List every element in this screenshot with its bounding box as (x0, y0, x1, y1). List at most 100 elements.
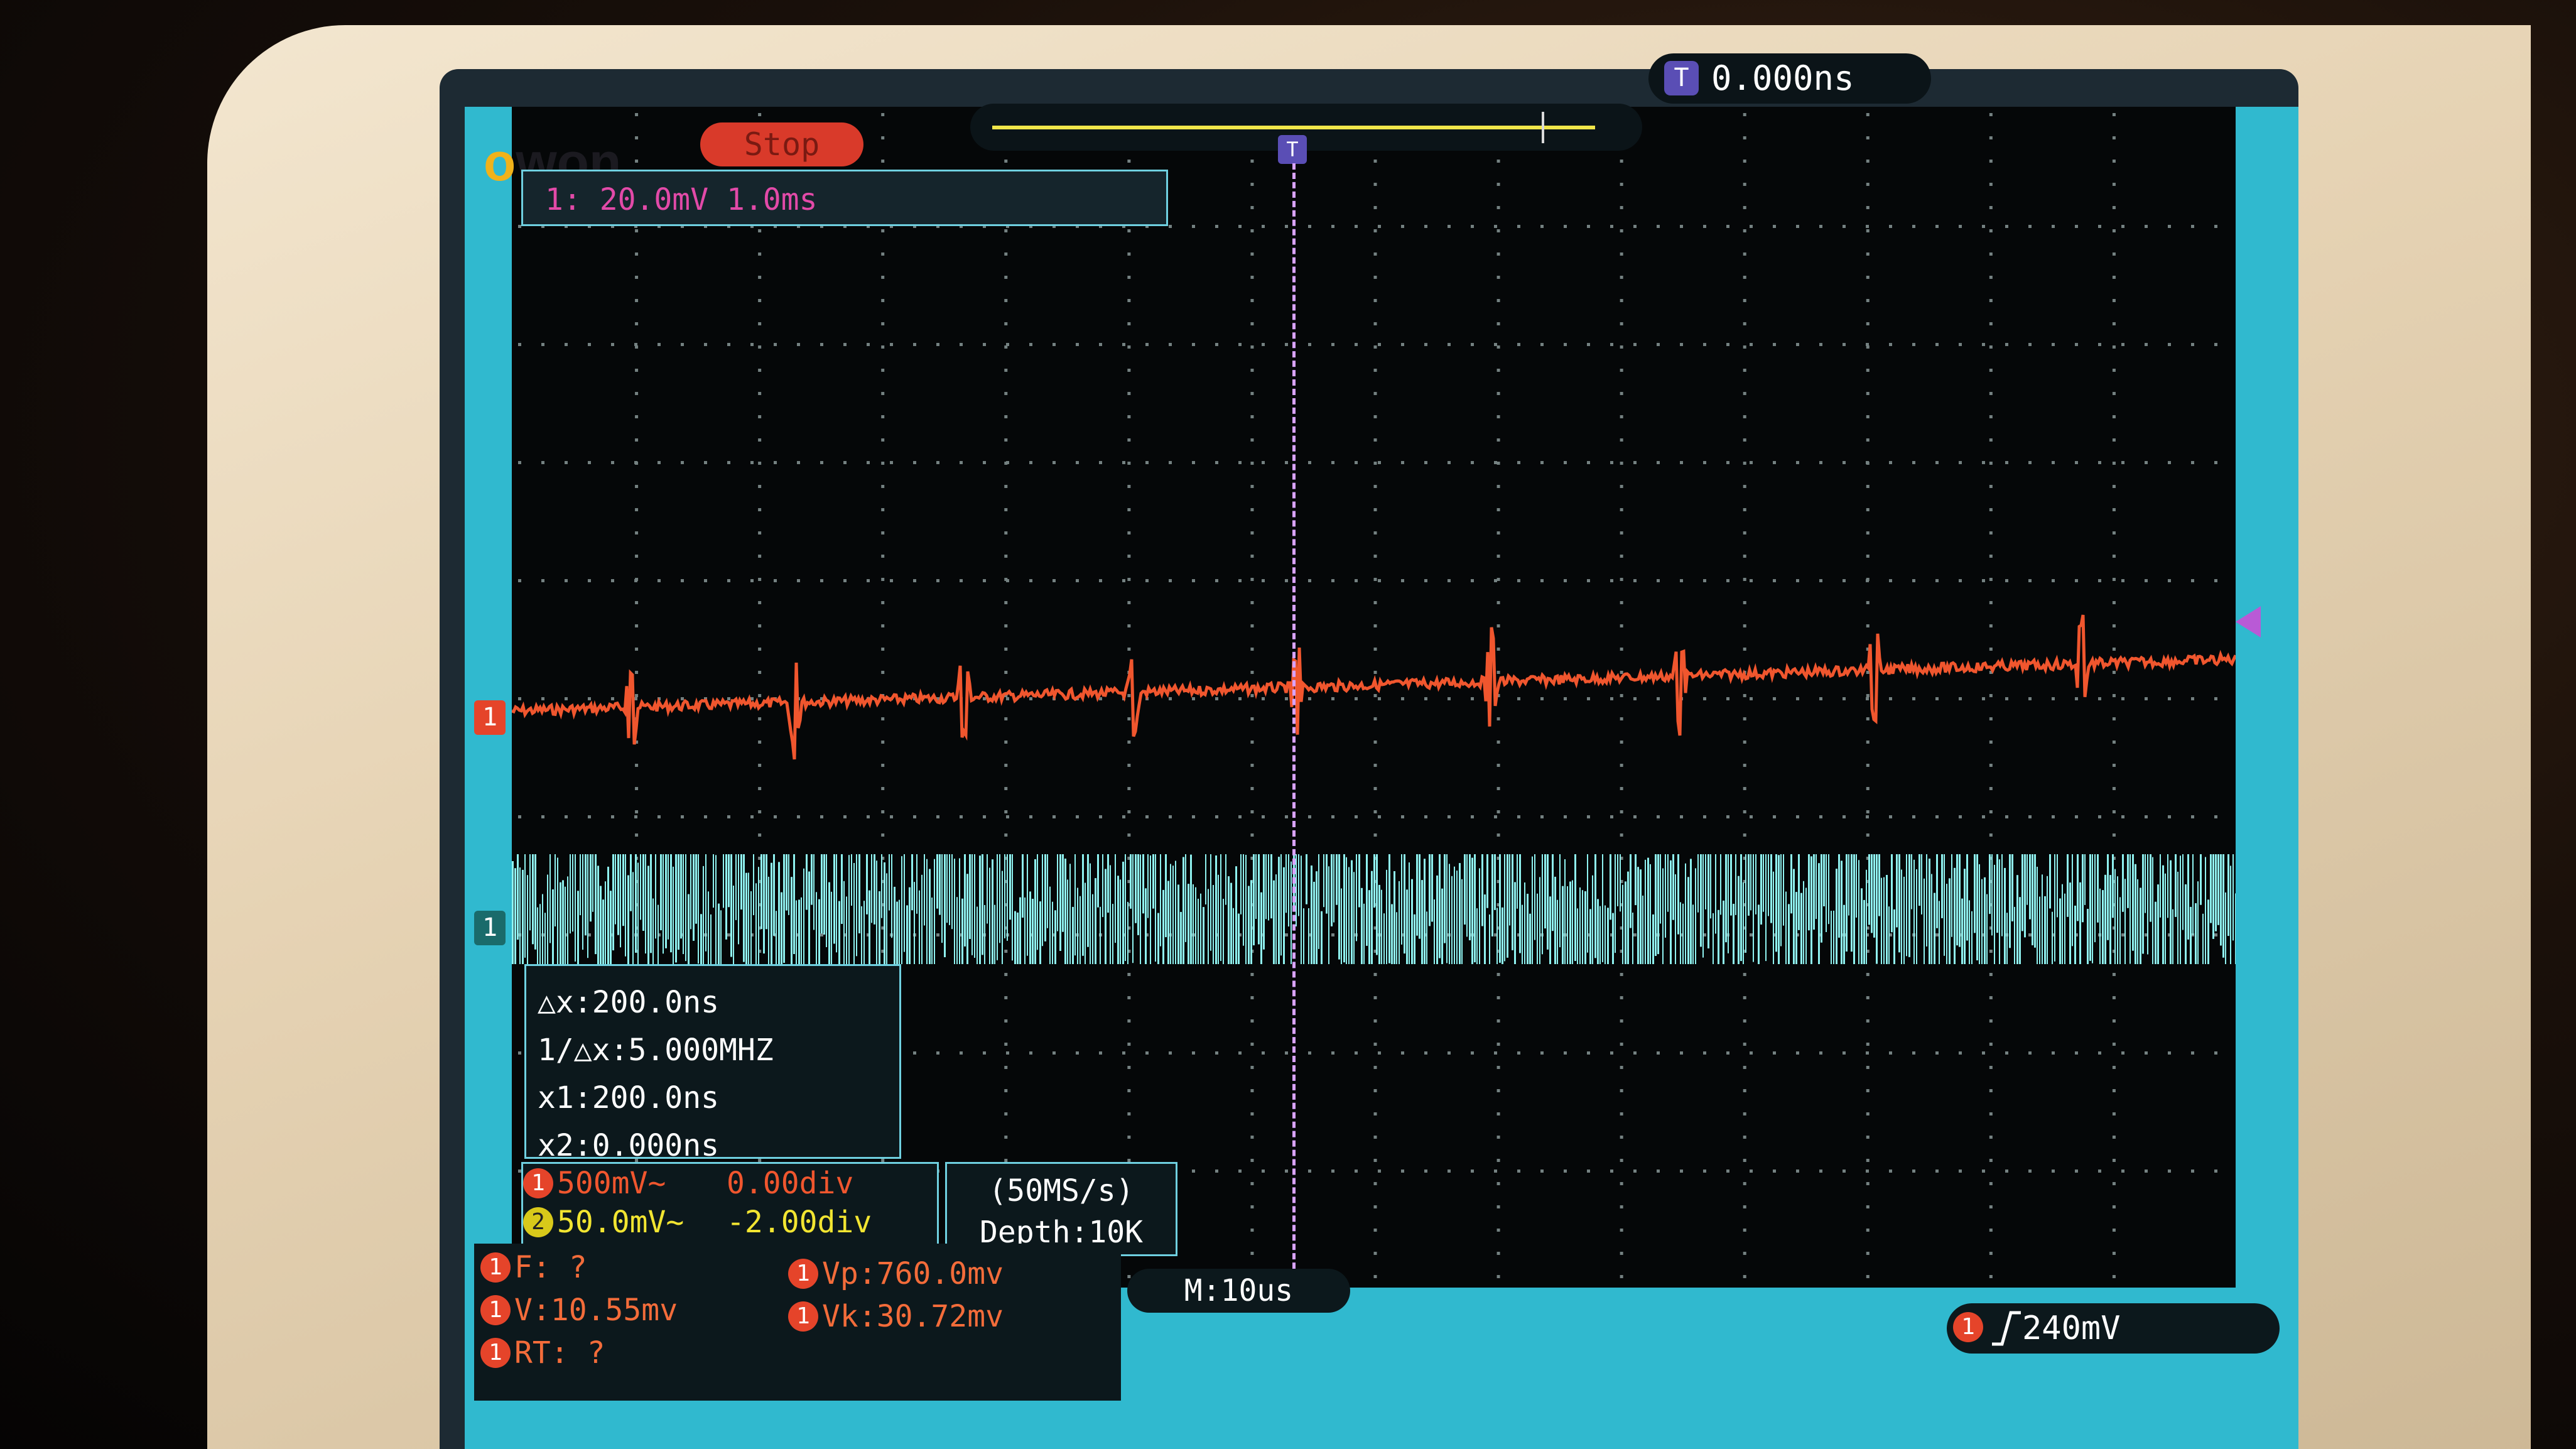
digital-bar (906, 905, 908, 964)
trigger-settings[interactable]: 1 240mV (1947, 1303, 2280, 1354)
trigger-level-arrow[interactable] (2236, 606, 2261, 638)
digital-bar (2027, 854, 2028, 905)
digital-bar (946, 854, 948, 923)
digital-bar (1587, 854, 1588, 953)
digital-bar (1647, 857, 1649, 964)
digital-bar (929, 869, 931, 964)
digital-bar (2074, 905, 2076, 964)
digital-bar (1687, 877, 1689, 964)
digital-bar (1343, 854, 1345, 963)
digital-bar (821, 854, 823, 934)
digital-bar (982, 854, 983, 955)
digital-bar (1404, 854, 1405, 954)
digital-bar (1313, 881, 1315, 964)
ch1-offset: 0.00div (727, 1166, 854, 1201)
digital-bar (2117, 876, 2118, 964)
digital-bar (1851, 854, 1853, 952)
digital-bar (763, 854, 765, 954)
digital-bar (1994, 864, 1995, 964)
digital-bar (2157, 884, 2159, 964)
digital-bar (1308, 908, 1309, 964)
digital-bar (675, 854, 677, 963)
run-stop-status[interactable]: Stop (700, 122, 863, 166)
timebase-readout[interactable]: M:10us (1127, 1269, 1350, 1313)
digital-bar (1843, 904, 1845, 964)
digital-bar (610, 891, 612, 964)
digital-bar (2197, 881, 2199, 964)
digital-bar (1085, 882, 1086, 964)
digital-bar (1280, 854, 1282, 956)
digital-bar (2165, 873, 2166, 964)
digital-bar (1738, 876, 1740, 964)
digital-bar (1778, 855, 1780, 964)
digital-bar (1102, 854, 1103, 918)
digital-bar (1371, 871, 1373, 964)
ch2-settings-row[interactable]: 2 50.0mV~ -2.00div (523, 1203, 937, 1242)
digital-bar (904, 854, 905, 952)
digital-bar (534, 854, 536, 950)
digital-bar (1635, 854, 1637, 906)
ch1-orange-marker[interactable]: 1 (474, 700, 506, 735)
digital-bar (1057, 854, 1058, 931)
digital-bar (1961, 898, 1963, 964)
digital-bar (798, 899, 800, 964)
digital-bar (838, 901, 840, 964)
digital-bar (869, 890, 870, 964)
digital-bar (748, 872, 749, 964)
digital-bar (776, 911, 777, 964)
digital-bar (1250, 880, 1252, 964)
digital-bar (2034, 854, 2036, 948)
digital-bar (1562, 886, 1564, 964)
digital-bar (1705, 854, 1706, 909)
digital-bar (2142, 854, 2144, 954)
digital-bar (673, 866, 674, 964)
digital-bar (2190, 906, 2192, 964)
digital-bar (2225, 892, 2226, 964)
meas-badge: 1 (480, 1295, 511, 1325)
digital-bar (1007, 854, 1008, 941)
meas-badge: 1 (788, 1301, 818, 1332)
digital-bar (1730, 854, 1732, 916)
digital-bar (1808, 854, 1810, 931)
digital-bar (1773, 871, 1774, 964)
digital-bar (1135, 854, 1137, 923)
digital-bar (1577, 908, 1578, 964)
digital-bar (1650, 864, 1651, 964)
digital-bar (1318, 854, 1319, 949)
trigger-marker-icon[interactable]: T (1278, 135, 1307, 164)
digital-bar (549, 854, 551, 943)
digital-bar (1941, 854, 1943, 918)
digital-bar (688, 894, 690, 964)
digital-bar (1991, 854, 1993, 936)
digital-bar (1037, 854, 1038, 950)
digital-bar (2187, 854, 2189, 940)
digital-bar (886, 873, 887, 964)
digital-bar (1898, 854, 1900, 953)
digital-bar (1255, 854, 1257, 919)
ch1-badge: 1 (523, 1168, 553, 1198)
ch1-cyan-digital-trace (512, 854, 2236, 964)
digital-bar (874, 854, 875, 925)
ch1-settings-row[interactable]: 1 500mV~ 0.00div (523, 1164, 937, 1203)
digital-bar (1906, 854, 1907, 957)
digital-bar (1378, 884, 1380, 964)
digital-bar (2205, 857, 2206, 964)
digital-bar (580, 854, 581, 916)
digital-bar (783, 854, 785, 963)
digital-bar (1213, 885, 1214, 964)
rise-time-value: RT: ? (514, 1335, 605, 1370)
digital-bar (1607, 908, 1609, 964)
trigger-cursor-line[interactable] (1292, 163, 1296, 1288)
digital-bar (2104, 874, 2106, 964)
ch1-cyan-marker[interactable]: 1 (474, 911, 506, 945)
digital-bar (1245, 855, 1247, 964)
digital-bar (949, 854, 950, 925)
ch2-scale: 50.0mV~ (557, 1205, 685, 1240)
digital-bar (1524, 882, 1525, 964)
digital-bar (1803, 881, 1804, 964)
digital-bar (1504, 854, 1505, 962)
digital-bar (567, 876, 568, 964)
digital-bar (936, 854, 938, 909)
digital-bar (1685, 863, 1686, 964)
digital-bar (831, 891, 832, 964)
